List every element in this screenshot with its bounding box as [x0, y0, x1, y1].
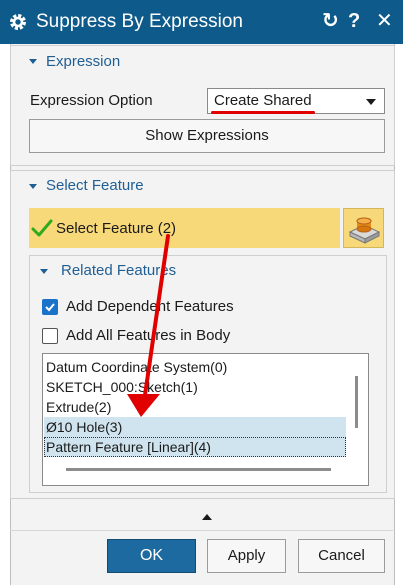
more-options-icon[interactable]: [202, 514, 212, 520]
ok-button[interactable]: OK: [107, 539, 196, 573]
annotation-arrow-head: [127, 394, 160, 417]
annotation-arrow: [127, 234, 170, 417]
annotation-arrow-line: [143, 234, 170, 397]
footer-divider: [10, 530, 393, 531]
cancel-button[interactable]: Cancel: [298, 539, 385, 573]
apply-button[interactable]: Apply: [207, 539, 286, 573]
